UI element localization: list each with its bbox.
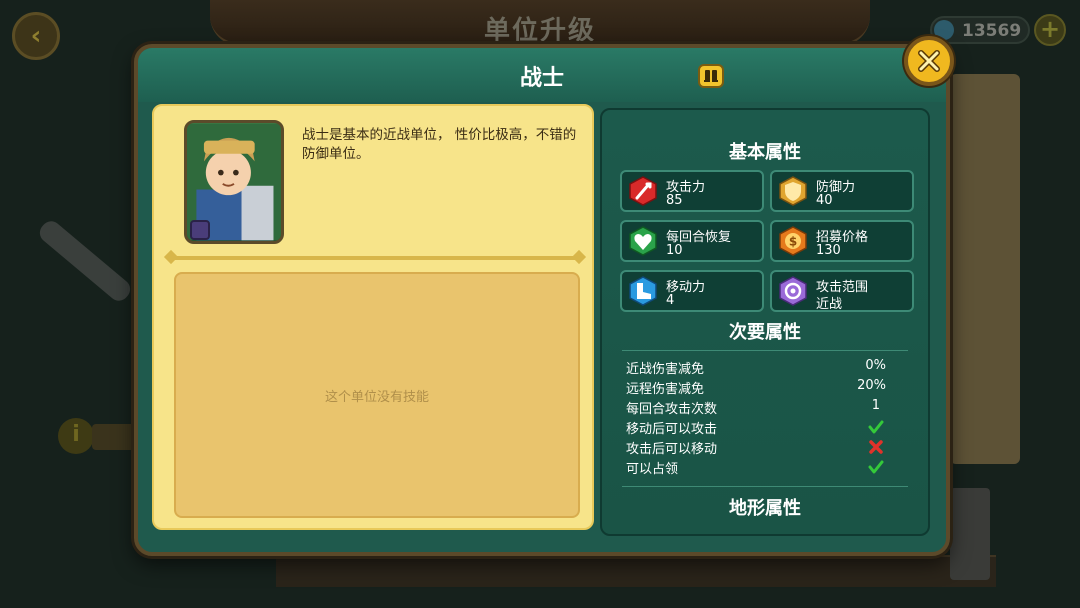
check-icon (868, 460, 884, 474)
stat-movement: 移动力 4 (620, 270, 764, 312)
background-scroll-panel (950, 74, 1020, 464)
boot-icon (629, 276, 657, 306)
modal-header: 战士 (138, 48, 946, 102)
unit-description: 战士是基本的近战单位， 性价比极高，不错的防御单位。 (302, 127, 577, 162)
unit-stats-panel: 基本属性 攻击力 85 防御力 40 每回合恢复 10 $ 招募价格 130 移… (600, 108, 930, 536)
background-unit-card (950, 488, 990, 580)
background-header-banner: 单位升级 (210, 0, 870, 46)
secondary-stat-value: 0% (865, 358, 886, 373)
background-unit-strip (276, 555, 996, 587)
stat-value: 130 (816, 243, 841, 258)
skills-area: 这个单位没有技能 (174, 272, 580, 518)
section-divider (622, 350, 908, 351)
secondary-stat-row: 攻击后可以移动 (626, 438, 898, 458)
svg-text:$: $ (789, 235, 797, 249)
secondary-stats-heading: 次要属性 (729, 322, 801, 343)
secondary-stat-label: 可以占领 (626, 462, 679, 477)
stat-heal: 每回合恢复 10 (620, 220, 764, 262)
secondary-stat-row: 远程伤害减免 20% (626, 378, 898, 398)
no-skills-text: 这个单位没有技能 (324, 389, 429, 405)
stat-value: 近战 (816, 297, 843, 312)
unit-type-icon (698, 64, 724, 88)
attack-icon (629, 176, 657, 206)
stat-attack: 攻击力 85 (620, 170, 764, 212)
basic-stats-heading: 基本属性 (729, 142, 801, 163)
range-icon (779, 276, 807, 306)
close-icon (918, 50, 940, 72)
currency-value: 13569 (962, 21, 1022, 41)
stat-range: 攻击范围 近战 (770, 270, 914, 312)
stat-value: 4 (666, 293, 675, 308)
secondary-stat-label: 远程伤害减免 (626, 382, 705, 397)
background-title: 单位升级 (483, 16, 596, 46)
check-icon (868, 420, 884, 434)
section-divider (622, 486, 908, 487)
rank-badge-icon (190, 220, 210, 240)
back-button[interactable]: ‹ (12, 12, 60, 60)
coin-icon: $ (779, 226, 807, 256)
unit-description-panel: 战士是基本的近战单位， 性价比极高，不错的防御单位。 这个单位没有技能 (152, 104, 594, 530)
secondary-stat-value: 20% (857, 378, 886, 393)
stat-cost: $ 招募价格 130 (770, 220, 914, 262)
terrain-stats-heading: 地形属性 (729, 498, 801, 519)
add-currency-button[interactable]: + (1034, 14, 1066, 46)
stat-value: 40 (816, 193, 833, 208)
background-sword-icon (35, 217, 135, 305)
secondary-stat-label: 近战伤害减免 (626, 362, 705, 377)
secondary-stat-row: 近战伤害减免 0% (626, 358, 898, 378)
secondary-stat-row: 可以占领 (626, 458, 898, 478)
secondary-stat-row: 每回合攻击次数 1 (626, 398, 898, 418)
defense-icon (779, 176, 807, 206)
stat-value: 10 (666, 243, 683, 258)
secondary-stat-value: 1 (871, 398, 880, 413)
unit-info-modal: 战士 战士是基本的近战单位， 性价比极高，不错的防御单位。 这个单位没有技能 基… (134, 36, 954, 556)
panel-divider (170, 256, 580, 260)
secondary-stat-label: 移动后可以攻击 (626, 422, 718, 437)
back-arrow-icon: ‹ (30, 21, 42, 51)
secondary-stat-row: 移动后可以攻击 (626, 418, 898, 438)
info-button[interactable]: i (58, 418, 94, 454)
heal-icon (629, 226, 657, 256)
plus-icon: + (1039, 15, 1061, 43)
secondary-stat-label: 攻击后可以移动 (626, 442, 718, 457)
currency-display: 13569 (930, 16, 1030, 44)
secondary-stat-label: 每回合攻击次数 (626, 402, 718, 417)
close-button[interactable] (904, 36, 954, 86)
stat-value: 85 (666, 193, 683, 208)
stat-defense: 防御力 40 (770, 170, 914, 212)
cross-icon (869, 440, 883, 454)
modal-title: 战士 (519, 66, 564, 91)
